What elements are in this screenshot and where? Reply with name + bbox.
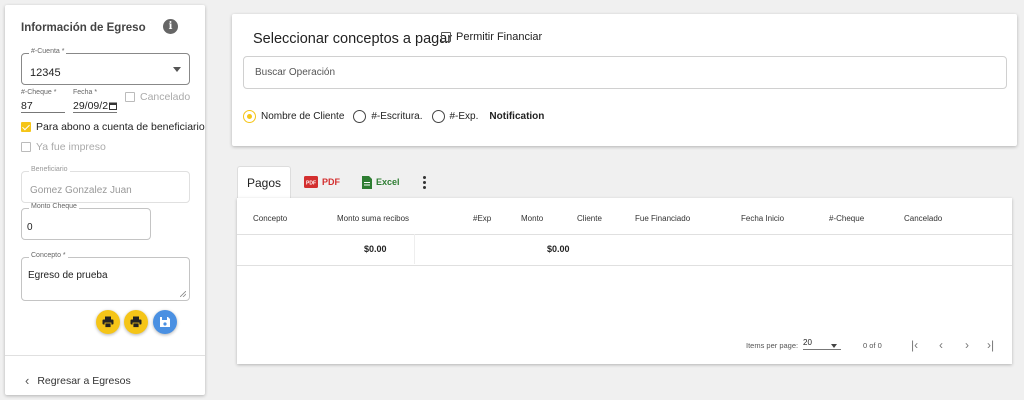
concepto-value: Egreso de prueba — [28, 270, 108, 281]
info-icon[interactable]: i — [163, 19, 178, 34]
abono-label: Para abono a cuenta de beneficiario — [36, 121, 205, 133]
radio-exp[interactable]: #-Exp. — [431, 110, 479, 123]
tab-pagos[interactable]: Pagos — [237, 166, 292, 198]
header-divider — [237, 234, 1012, 235]
radio-nombre-cliente[interactable]: Nombre de Cliente — [243, 110, 344, 123]
monto-value: 0 — [27, 222, 33, 233]
calendar-icon[interactable] — [109, 102, 117, 110]
last-page-icon[interactable]: ›| — [987, 338, 994, 352]
col-header[interactable]: #Exp — [473, 214, 491, 223]
svg-text:PDF: PDF — [306, 181, 316, 187]
col-header[interactable]: Cancelado — [904, 214, 942, 223]
printer-icon — [130, 316, 142, 328]
pagos-table: Concepto Monto suma recibos #Exp Monto C… — [237, 198, 1012, 364]
col-header[interactable]: #-Cheque — [829, 214, 864, 223]
more-options-icon[interactable] — [417, 175, 432, 189]
monto-label: Monto Cheque — [29, 203, 79, 210]
resize-handle-icon[interactable] — [180, 291, 186, 297]
cuenta-select[interactable]: #-Cuenta * 12345 — [21, 48, 190, 85]
col-header[interactable]: Cliente — [577, 214, 602, 223]
excel-file-icon — [362, 175, 373, 189]
excel-label: Excel — [376, 177, 400, 187]
chevron-down-icon — [173, 67, 181, 72]
egreso-info-panel: Información de Egreso i #-Cuenta * 12345… — [5, 5, 205, 395]
radio-label: Nombre de Cliente — [261, 111, 345, 122]
total-monto-suma: $0.00 — [364, 244, 387, 254]
cuenta-value: 12345 — [30, 67, 61, 79]
export-pdf-button[interactable]: PDF PDF — [295, 166, 349, 198]
abono-checkbox[interactable]: Para abono a cuenta de beneficiario — [21, 121, 205, 133]
search-operation-input[interactable]: Buscar Operación — [243, 56, 1007, 89]
prev-page-icon[interactable]: ‹ — [939, 338, 943, 352]
col-header[interactable]: Fecha Inicio — [741, 214, 784, 223]
printer-icon — [102, 316, 114, 328]
panel-title: Información de Egreso — [21, 22, 146, 34]
concepto-label: Concepto * — [29, 252, 68, 259]
next-page-icon[interactable]: › — [965, 338, 969, 352]
back-to-egresos-link[interactable]: ‹ Regresar a Egresos — [25, 373, 131, 388]
monto-cheque-field[interactable]: Monto Cheque 0 — [21, 203, 151, 240]
fecha-label: Fecha * — [73, 89, 98, 96]
cheque-label: #-Cheque * — [21, 89, 57, 96]
save-button[interactable] — [153, 310, 177, 334]
financiar-label: Permitir Financiar — [456, 31, 543, 43]
pdf-label: PDF — [322, 177, 341, 187]
panel-divider — [5, 355, 205, 356]
floppy-disk-icon — [160, 317, 170, 327]
select-concepts-card: Seleccionar conceptos a pagar Permitir F… — [232, 14, 1017, 146]
cheque-value: 87 — [21, 100, 33, 112]
permitir-financiar-checkbox[interactable]: Permitir Financiar — [441, 31, 542, 43]
cancelado-checkbox[interactable]: Cancelado — [125, 91, 190, 103]
impreso-checkbox[interactable]: Ya fue impreso — [21, 141, 106, 153]
cuenta-label: #-Cuenta * — [29, 48, 67, 55]
cheque-field[interactable]: #-Cheque * 87 — [21, 89, 65, 113]
concepts-title: Seleccionar conceptos a pagar — [253, 31, 453, 47]
beneficiario-label: Beneficiario — [29, 166, 70, 173]
chevron-down-icon — [831, 344, 837, 348]
col-header[interactable]: Fue Financiado — [635, 214, 690, 223]
col-header[interactable]: Monto — [521, 214, 543, 223]
notification-label: Notification — [489, 111, 545, 122]
footer-divider — [237, 265, 1012, 266]
back-label: Regresar a Egresos — [37, 374, 131, 387]
radio-label: #-Exp. — [449, 111, 479, 122]
export-excel-button[interactable]: Excel — [353, 166, 409, 198]
search-mode-radio-group: Nombre de Cliente #-Escritura. #-Exp. No… — [243, 110, 544, 123]
cancelado-label: Cancelado — [140, 91, 191, 103]
pdf-file-icon: PDF — [304, 176, 319, 188]
page-size-value: 20 — [803, 338, 812, 347]
beneficiario-value: Gomez Gonzalez Juan — [30, 185, 132, 196]
print-button-1[interactable] — [96, 310, 120, 334]
radio-escritura[interactable]: #-Escritura. — [353, 110, 423, 123]
items-per-page-label: Items per page: — [746, 341, 799, 350]
col-header[interactable]: Concepto — [253, 214, 287, 223]
chevron-left-icon: ‹ — [25, 373, 30, 388]
fecha-field[interactable]: Fecha * 29/09/2 — [73, 89, 117, 113]
search-placeholder: Buscar Operación — [255, 67, 336, 78]
print-button-2[interactable] — [124, 310, 148, 334]
tab-label: Pagos — [247, 175, 282, 190]
total-monto: $0.00 — [547, 244, 570, 254]
results-tabs: Pagos PDF PDF Excel — [237, 166, 432, 198]
fecha-value: 29/09/2 — [73, 100, 109, 112]
impreso-label: Ya fue impreso — [36, 141, 106, 153]
beneficiario-field: Beneficiario Gomez Gonzalez Juan — [21, 166, 190, 203]
radio-label: #-Escritura. — [371, 111, 423, 122]
page-range: 0 of 0 — [863, 341, 882, 350]
first-page-icon[interactable]: |‹ — [911, 338, 918, 352]
col-header[interactable]: Monto suma recibos — [337, 214, 409, 223]
concepto-textarea[interactable]: Concepto * Egreso de prueba — [21, 252, 190, 301]
